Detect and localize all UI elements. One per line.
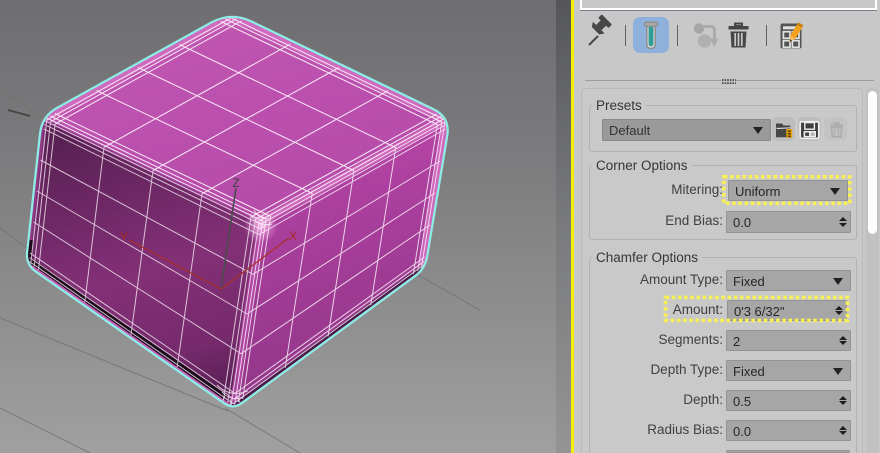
svg-text:X: X [289,229,297,243]
svg-text:Z: Z [232,176,239,190]
svg-text:Y: Y [120,230,128,244]
